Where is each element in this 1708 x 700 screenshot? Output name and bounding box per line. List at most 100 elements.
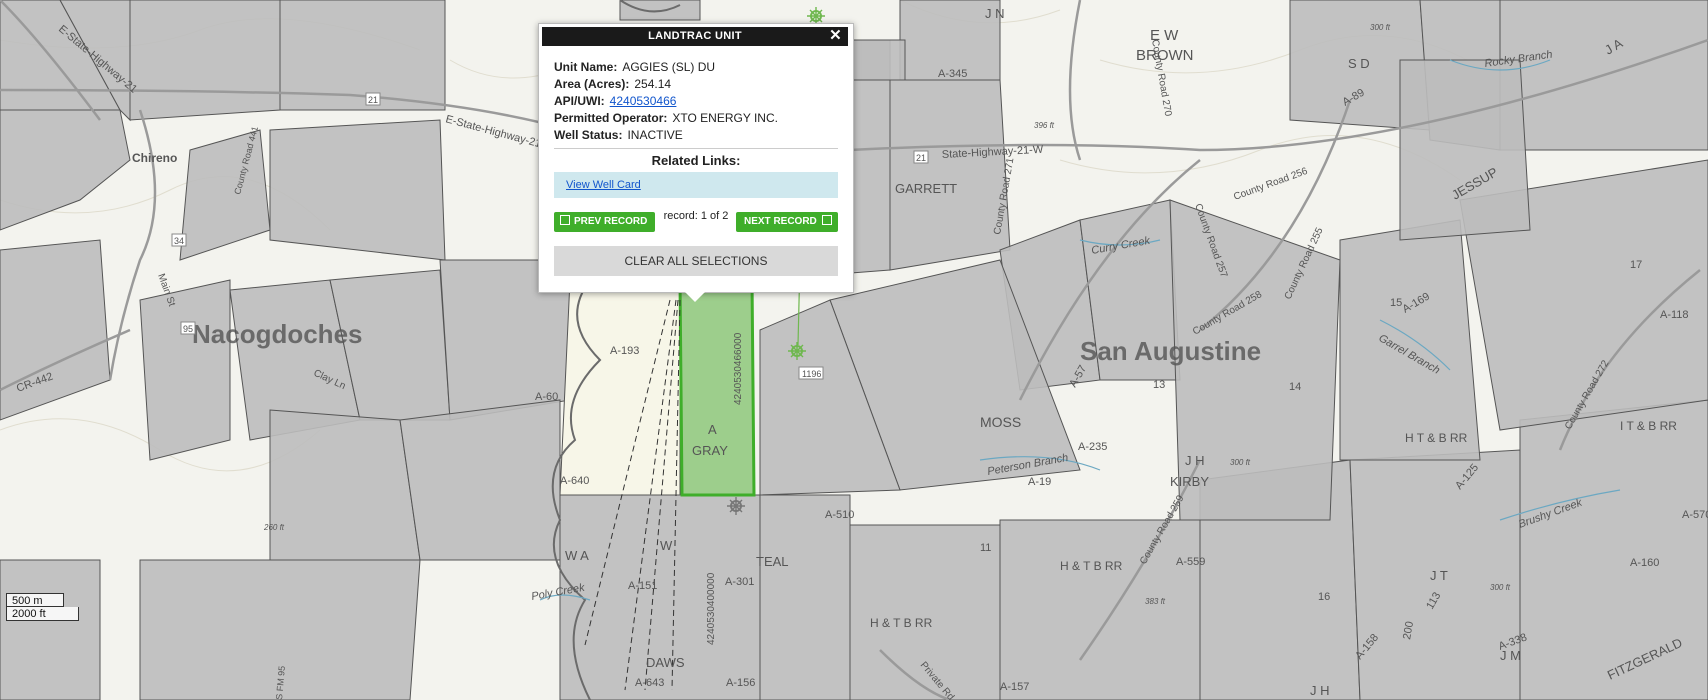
view-well-card-link[interactable]: View Well Card — [566, 179, 641, 191]
parcel[interactable] — [129, 0, 281, 121]
popup-header: LANDTRAC UNIT ✕ — [542, 27, 848, 46]
abstract-label: 15 — [1390, 297, 1402, 309]
abstract-label: 16 — [1318, 591, 1330, 603]
field-value: 254.14 — [634, 77, 672, 91]
abstract-label: 14 — [1289, 381, 1301, 393]
survey-label: KIRBY — [1170, 474, 1209, 489]
field-label: API/UWI: — [554, 94, 605, 108]
survey-label: J N — [985, 6, 1005, 21]
field-unit-name: Unit Name: AGGIES (SL) DU — [554, 59, 778, 76]
popup-fields: Unit Name: AGGIES (SL) DU Area (Acres): 25… — [554, 59, 778, 144]
field-area: Area (Acres): 254.14 — [554, 76, 778, 93]
field-api: API/UWI: 4240530466 — [554, 93, 778, 110]
parcel[interactable] — [889, 79, 1011, 271]
scale-metric: 500 m — [6, 593, 64, 607]
prev-square-icon — [560, 215, 570, 225]
abstract-label: A-193 — [610, 345, 639, 357]
town-label-chireno: Chireno — [132, 151, 177, 165]
field-status: Well Status: INACTIVE — [554, 127, 778, 144]
parcel[interactable] — [139, 279, 231, 461]
survey-label: E W — [1150, 27, 1179, 44]
record-count: record: 1 of 2 — [663, 210, 729, 222]
next-record-button[interactable]: NEXT RECORD — [736, 212, 838, 232]
divider — [554, 148, 838, 149]
next-square-icon — [821, 215, 832, 225]
abstract-label: A-60 — [535, 391, 558, 403]
next-record-label: NEXT RECORD — [744, 216, 817, 227]
parcel[interactable] — [999, 519, 1201, 700]
abstract-label: 11 — [980, 542, 991, 554]
map-canvas[interactable]: Nacogdoches San Augustine Chireno 21 21 … — [0, 0, 1708, 700]
county-label-san-augustine: San Augustine — [1080, 336, 1261, 366]
survey-label: DAWS — [646, 655, 685, 670]
abstract-label: 13 — [1153, 379, 1165, 391]
parcel[interactable] — [269, 409, 421, 561]
abstract-label: A-160 — [1630, 557, 1659, 569]
survey-label: MOSS — [980, 414, 1021, 430]
hwy-95-label: 95 — [183, 324, 193, 334]
parcel[interactable] — [269, 119, 446, 261]
survey-label: BROWN — [1136, 47, 1194, 64]
field-label: Area (Acres): — [554, 77, 630, 91]
contour-label: 383 ft — [1145, 597, 1166, 606]
abstract-label: A-510 — [825, 509, 854, 521]
abstract-label: A-345 — [938, 68, 967, 80]
abstract-label: A-118 — [1660, 309, 1689, 321]
close-icon[interactable]: ✕ — [829, 27, 842, 45]
fm-1196-label: 1196 — [802, 369, 821, 379]
scale-bar: 500 m 2000 ft — [6, 593, 79, 621]
survey-label: S D — [1348, 56, 1370, 71]
abstract-label: A-156 — [726, 677, 755, 689]
survey-label: I T & B RR — [1620, 419, 1677, 433]
parcel[interactable] — [844, 39, 906, 81]
survey-label: J H — [1185, 453, 1205, 468]
field-value: XTO ENERGY INC. — [672, 111, 778, 125]
field-value: INACTIVE — [627, 128, 683, 142]
abstract-label: A-151 — [628, 580, 657, 592]
clear-all-selections-button[interactable]: CLEAR ALL SELECTIONS — [554, 246, 838, 276]
parcel[interactable] — [399, 399, 561, 561]
survey-label: W — [660, 538, 673, 553]
field-label: Well Status: — [554, 128, 623, 142]
contour-label: 260 ft — [263, 523, 285, 532]
related-links-heading: Related Links: — [651, 153, 741, 168]
prev-record-label: PREV RECORD — [574, 216, 648, 227]
survey-label: W A — [565, 548, 589, 563]
survey-label: GARRETT — [895, 181, 957, 196]
well-api-label: 4240530466000 — [733, 332, 744, 405]
field-operator: Permitted Operator: XTO ENERGY INC. — [554, 110, 778, 127]
abstract-label: 17 — [1630, 259, 1642, 271]
survey-label: J H — [1310, 683, 1330, 698]
survey-label: A — [708, 422, 717, 437]
abstract-label: A-19 — [1028, 476, 1051, 488]
hwy-21-label-2: 21 — [916, 153, 926, 163]
contour-label: 300 ft — [1490, 583, 1511, 592]
survey-label: GRAY — [692, 443, 728, 458]
parcel[interactable] — [759, 494, 851, 700]
related-links-box: View Well Card — [554, 172, 838, 198]
parcel[interactable] — [1339, 219, 1481, 461]
parcel[interactable] — [0, 559, 101, 700]
hwy-21-label: 21 — [368, 95, 378, 105]
contour-label: 300 ft — [1230, 458, 1251, 467]
survey-label: TEAL — [756, 554, 789, 569]
survey-label: J T — [1430, 568, 1448, 583]
abstract-label: A-559 — [1176, 556, 1205, 568]
popup-pointer — [685, 292, 705, 302]
popup-title: LANDTRAC UNIT — [648, 30, 742, 42]
abstract-label: A-235 — [1078, 441, 1107, 453]
prev-record-button[interactable]: PREV RECORD — [554, 212, 655, 232]
abstract-label: A-157 — [1000, 681, 1029, 693]
contour-label: 300 ft — [1370, 23, 1391, 32]
survey-label: H T & B RR — [1405, 431, 1468, 445]
parcel[interactable] — [1519, 399, 1708, 700]
api-link[interactable]: 4240530466 — [610, 94, 677, 108]
field-value: AGGIES (SL) DU — [622, 60, 716, 74]
contour-label: 396 ft — [1034, 121, 1055, 130]
landtrac-unit-popup: LANDTRAC UNIT ✕ Unit Name: AGGIES (SL) DU… — [538, 23, 854, 302]
parcel[interactable] — [619, 0, 701, 21]
field-label: Permitted Operator: — [554, 111, 668, 125]
parcel[interactable] — [1399, 59, 1531, 241]
parcel-layer[interactable] — [0, 0, 1708, 700]
abstract-label: A-301 — [725, 576, 754, 588]
